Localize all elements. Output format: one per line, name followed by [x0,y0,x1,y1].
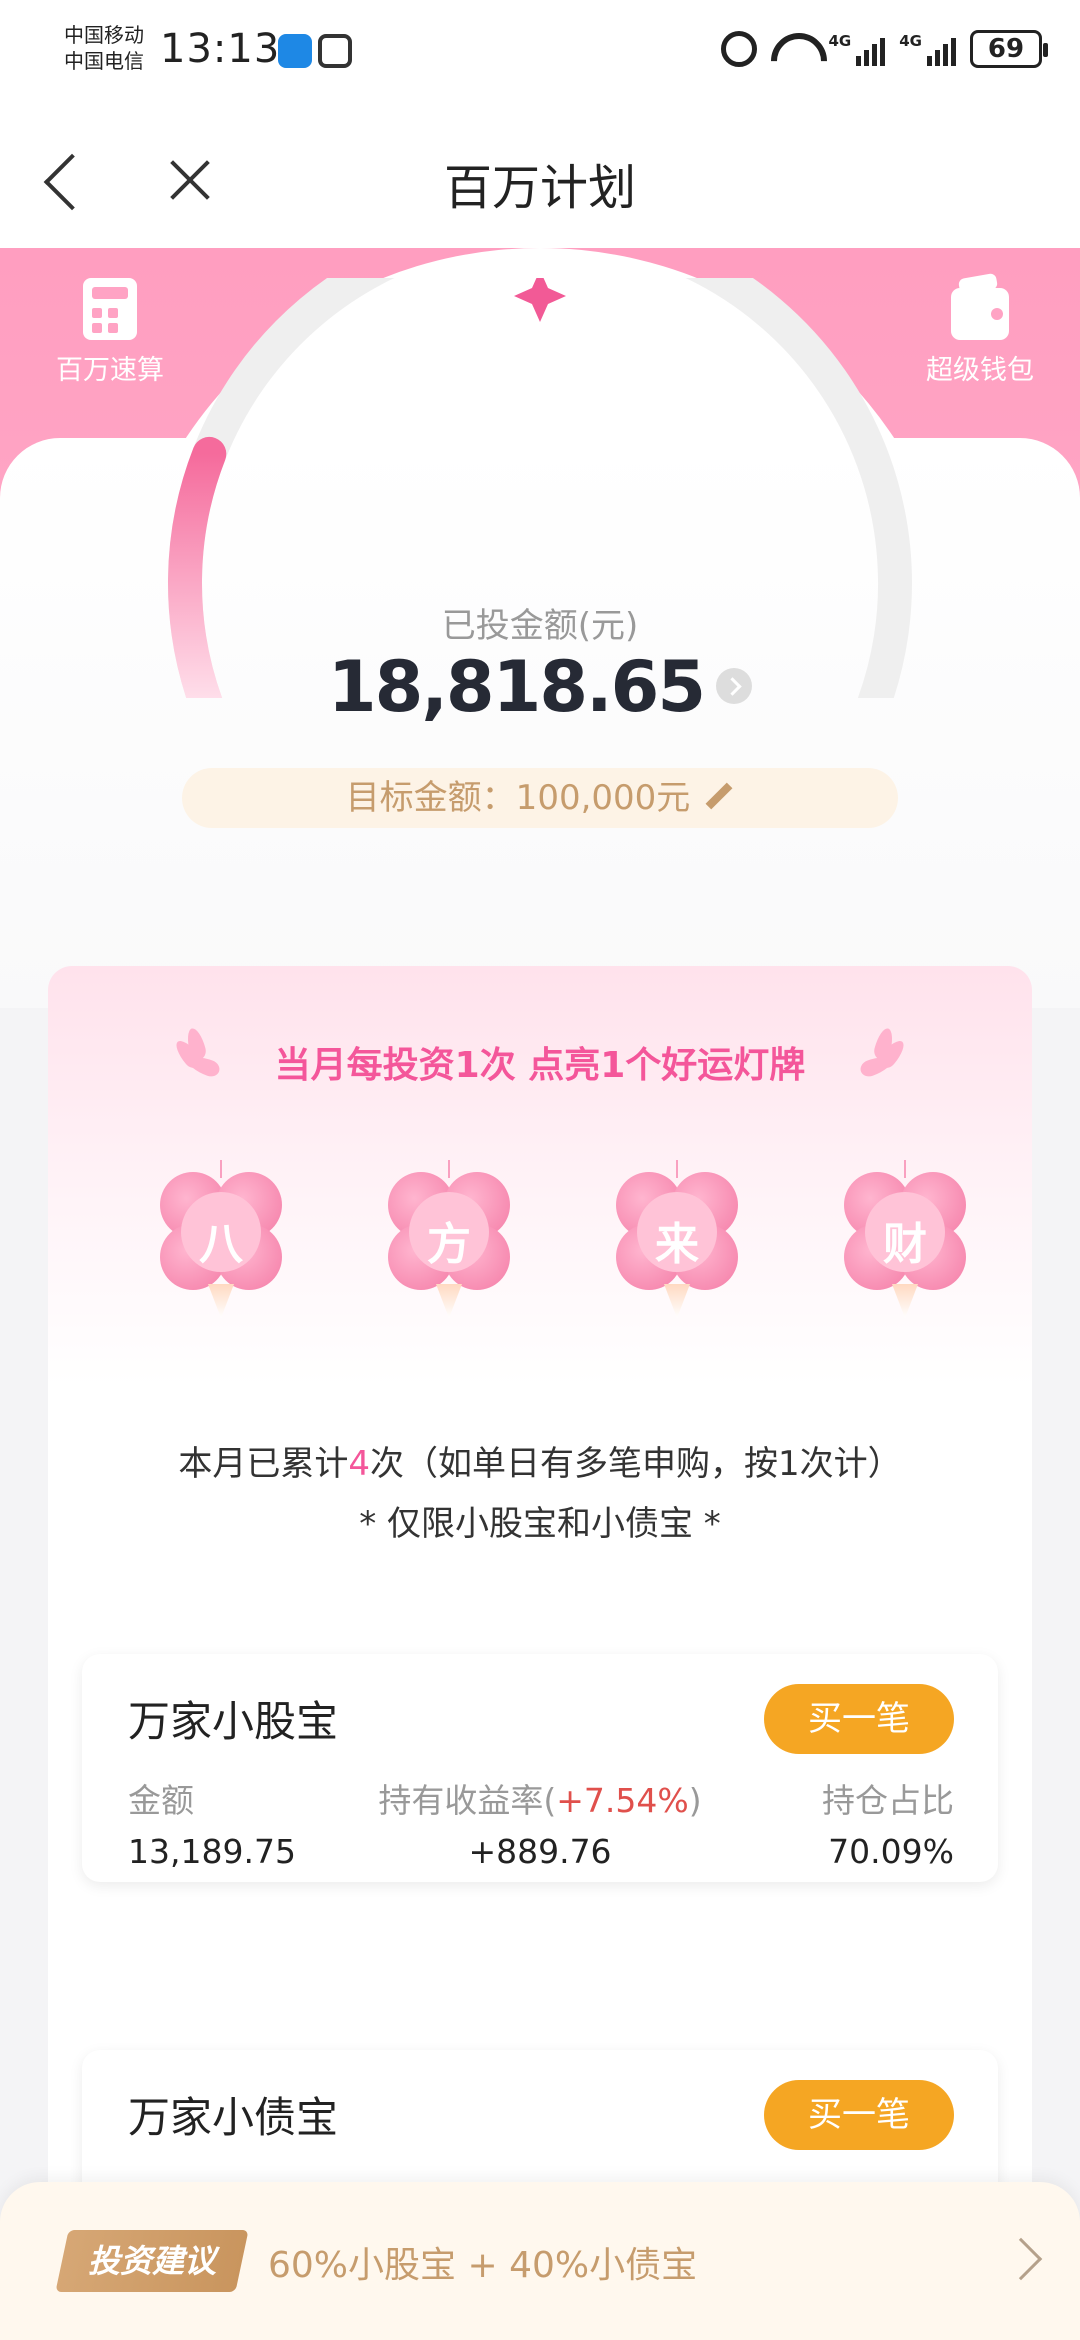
advice-tag-label: 投资建议 [87,2242,216,2280]
chevron-right-icon [716,667,753,704]
signal-2-label: 4G [899,32,922,50]
signal-icon: 4G [899,32,956,66]
advice-text: 60%小股宝 + 40%小债宝 [268,2245,698,2286]
advice-tag: 投资建议 [55,2230,249,2292]
ratio-value: 70.09% [828,1832,954,1871]
target-amount[interactable]: 目标金额：100,000元 [182,768,898,828]
chevron-right-icon[interactable] [999,2237,1043,2281]
lantern-char: 方 [427,1219,471,1270]
count-value: 4 [348,1444,370,1484]
invested-amount-value: 18,818.65 [327,646,706,728]
battery-icon: 69 [970,30,1048,68]
invested-amount[interactable]: 18,818.65 [0,646,1080,728]
product-card: 万家小股宝 买一笔 金额 13,189.75 持有收益率(+7.54%) +88… [82,1654,998,1882]
nfc-icon [318,34,352,68]
lantern-2: 方 [384,1160,514,1326]
lucky-lanterns: 八 方 来 财 [48,1160,1032,1326]
carrier-labels: 中国移动 中国电信 [64,22,144,74]
quick-calc-button[interactable]: 百万速算 [30,278,190,387]
product-name: 万家小股宝 [128,1697,339,1746]
lantern-char: 八 [199,1219,243,1270]
status-icons: 4G 4G 69 [720,30,1048,68]
investment-advice-bar[interactable]: 投资建议 60%小股宝 + 40%小债宝 [0,2182,1080,2340]
ratio-stat: 持仓占比 70.09% [822,1774,954,1871]
carrier-1: 中国移动 [64,23,144,47]
target-amount-text: 目标金额：100,000元 [345,778,691,818]
return-rate: +7.54% [556,1781,689,1820]
edit-icon[interactable] [705,782,733,809]
lucky-card: 当月每投资1次 点亮1个好运灯牌 八 方 来 财 本月已累计4次（如单日有多笔申… [48,966,1032,2340]
product-name: 万家小债宝 [128,2093,339,2142]
lantern-1: 八 [156,1160,286,1326]
status-bar: 中国移动 中国电信 13:13 4G 4G 69 [0,0,1080,110]
quick-calc-label: 百万速算 [56,355,164,386]
eligibility-note: * 仅限小股宝和小债宝 * [359,1504,721,1544]
nav-bar: 百万计划 [0,110,1080,248]
buy-button[interactable]: 买一笔 [764,1684,954,1754]
hero-section: 百万速算 超级钱包 已投金额(元) 18,818.65 目标金额：100,000… [0,248,1080,1098]
leaf-icon [854,1026,909,1092]
super-wallet-label: 超级钱包 [926,355,1034,386]
ratio-label: 持仓占比 [822,1781,954,1820]
sparkle-icon [514,278,566,322]
carrier-2: 中国电信 [64,49,144,73]
invested-label: 已投金额(元) [441,606,639,646]
count-prefix: 本月已累计 [178,1444,349,1484]
lantern-4: 财 [840,1160,970,1326]
message-icon [278,34,312,68]
lantern-3: 来 [612,1160,742,1326]
count-suffix: 次（如单日有多笔申购，按1次计） [370,1444,902,1484]
calculator-icon [83,278,137,340]
signal-1-label: 4G [828,32,852,50]
buy-button[interactable]: 买一笔 [764,2080,954,2150]
status-time: 13:13 [160,26,281,72]
monthly-count: 本月已累计4次（如单日有多笔申购，按1次计） [48,1436,1032,1485]
wifi-icon [771,33,815,65]
signal-icon: 4G [829,32,886,66]
lantern-char: 财 [883,1219,927,1270]
super-wallet-button[interactable]: 超级钱包 [900,278,1060,387]
wallet-icon [951,288,1009,340]
lantern-char: 来 [655,1219,699,1270]
page-title: 百万计划 [443,160,636,216]
alarm-icon [720,31,757,67]
